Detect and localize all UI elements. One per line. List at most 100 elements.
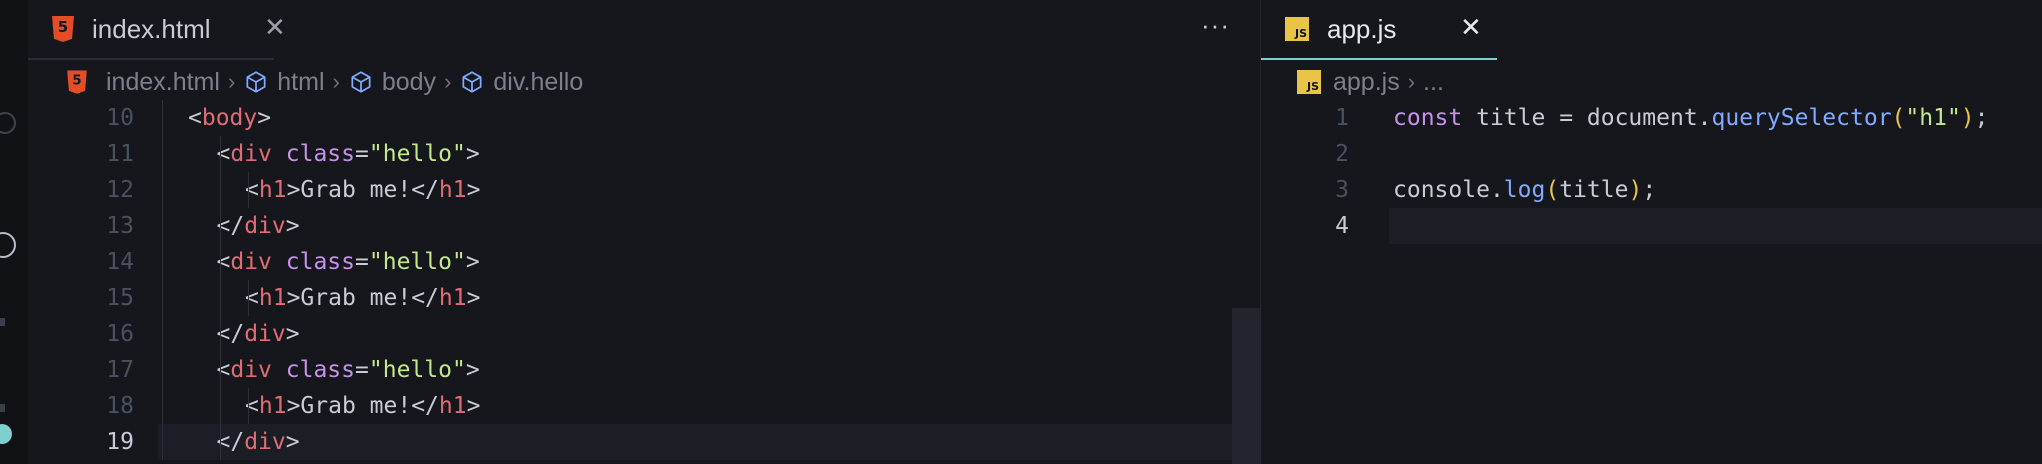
code-editor-js[interactable]: 1 const title = document.querySelector("h… [1261, 100, 2042, 464]
activity-circle-icon[interactable] [0, 112, 16, 134]
code-token: div [244, 429, 286, 455]
code-line[interactable]: 18 <h1>Grab me!</h1> [28, 388, 1260, 424]
code-token: div [230, 141, 272, 167]
code-text: <h1>Grab me!</h1> [245, 388, 480, 424]
line-number: 2 [1335, 141, 1349, 167]
more-actions-icon[interactable]: ··· [1201, 10, 1230, 41]
code-token: > [285, 213, 300, 239]
chevron-right-icon: › [332, 69, 340, 94]
code-token: Grab me! [300, 177, 412, 203]
code-line[interactable]: 16 </div> [28, 316, 1260, 352]
code-line[interactable]: 2 [1261, 136, 2042, 172]
code-editor-html[interactable]: 10 <body> 11 <div class="hello"> 12 <h1>Grab … [28, 100, 1260, 464]
line-number: 12 [106, 177, 134, 203]
code-token: ; [1974, 105, 1989, 131]
code-token: </ [411, 177, 439, 203]
tab-label: index.html [92, 13, 211, 44]
breadcrumb: app.js ›... [1261, 62, 2042, 102]
code-line[interactable]: 4 [1335, 208, 2042, 244]
indent-guide [248, 280, 249, 316]
code-line[interactable]: 17 <div class="hello"> [28, 352, 1260, 388]
editor-group-right: app.js ✕ app.js ›... 1 const title = docum… [1260, 0, 2042, 464]
status-indicator-icon[interactable] [0, 424, 12, 444]
code-token: = [355, 357, 369, 383]
indent-guide [248, 172, 249, 208]
tab-underline [28, 58, 274, 60]
js-icon [1297, 70, 1321, 94]
tab-label: app.js [1327, 13, 1397, 44]
code-token: title [1559, 177, 1629, 203]
line-number: 3 [1335, 177, 1349, 203]
line-number: 16 [106, 321, 134, 347]
line-number: 15 [106, 285, 134, 311]
indent-guide [220, 136, 221, 460]
tab-underline-active [1261, 58, 1497, 60]
breadcrumb-label: html [277, 67, 325, 96]
code-line[interactable]: 13 </div> [28, 208, 1260, 244]
code-text: <h1>Grab me!</h1> [245, 172, 480, 208]
code-token: < [216, 249, 231, 275]
indent-guide [162, 100, 163, 460]
code-line[interactable]: 1 const title = document.querySelector("h… [1261, 100, 2042, 136]
code-token: > [465, 357, 480, 383]
line-number: 14 [106, 249, 134, 275]
close-icon[interactable]: ✕ [1460, 12, 1482, 43]
breadcrumb-item[interactable]: body [348, 68, 436, 97]
code-token: document [1573, 105, 1698, 131]
indent-guide [248, 388, 249, 424]
code-token: title [1462, 105, 1560, 131]
code-token: > [286, 393, 301, 419]
symbol-cube-icon [462, 71, 482, 93]
code-token: h1 [438, 393, 467, 419]
code-token: "hello" [368, 141, 466, 167]
line-number: 4 [1335, 213, 1349, 239]
code-token: Grab me! [300, 285, 412, 311]
code-line[interactable]: 10 <body> [28, 100, 1260, 136]
breadcrumb-item[interactable]: index.html [66, 68, 220, 97]
code-token: class [285, 249, 356, 275]
line-number: 17 [106, 357, 134, 383]
code-token: ; [1642, 177, 1657, 203]
tab-app-js[interactable]: app.js ✕ [1285, 0, 1517, 58]
activity-marker-icon [0, 318, 5, 326]
breadcrumb-item[interactable]: div.hello [459, 68, 583, 97]
scrollbar-thumb[interactable] [1232, 308, 1260, 464]
symbol-cube-icon [351, 71, 371, 93]
code-token: div [244, 321, 286, 347]
code-token: > [466, 177, 481, 203]
code-line[interactable]: 12 <h1>Grab me!</h1> [28, 172, 1260, 208]
code-token: > [466, 393, 481, 419]
html5-icon [67, 70, 87, 94]
code-token: querySelector [1711, 105, 1892, 131]
code-line[interactable]: 19 </div> [106, 424, 1260, 460]
code-token: h1 [258, 393, 287, 419]
account-icon[interactable] [0, 232, 16, 258]
code-token: "h1" [1905, 105, 1961, 131]
code-token: body [201, 105, 258, 131]
code-text: <div class="hello"> [217, 352, 480, 388]
breadcrumb-item[interactable]: app.js [1297, 68, 1400, 97]
activity-bar [0, 0, 28, 464]
code-text: console.log(title); [1393, 172, 1656, 208]
code-token: div [230, 357, 272, 383]
editor-group-left: index.html ✕ ··· index.html › html › body › di… [28, 0, 1260, 464]
tab-index-html[interactable]: index.html ✕ [52, 0, 300, 58]
code-token: ) [1960, 105, 1975, 131]
code-token: > [286, 285, 301, 311]
code-line[interactable]: 14 <div class="hello"> [28, 244, 1260, 280]
breadcrumb-item[interactable]: ... [1423, 68, 1444, 97]
code-line[interactable]: 11 <div class="hello"> [28, 136, 1260, 172]
breadcrumb-item[interactable]: html [243, 67, 325, 97]
code-token: < [188, 105, 202, 131]
code-token: > [257, 105, 272, 131]
code-text: <div class="hello"> [217, 244, 480, 280]
code-token: = [1559, 105, 1574, 131]
code-line[interactable]: 3 console.log(title); [1261, 172, 2042, 208]
code-text: </div> [217, 316, 300, 352]
code-token: > [465, 141, 480, 167]
close-icon[interactable]: ✕ [264, 12, 286, 43]
code-token: > [285, 429, 300, 455]
code-line[interactable]: 15 <h1>Grab me!</h1> [28, 280, 1260, 316]
